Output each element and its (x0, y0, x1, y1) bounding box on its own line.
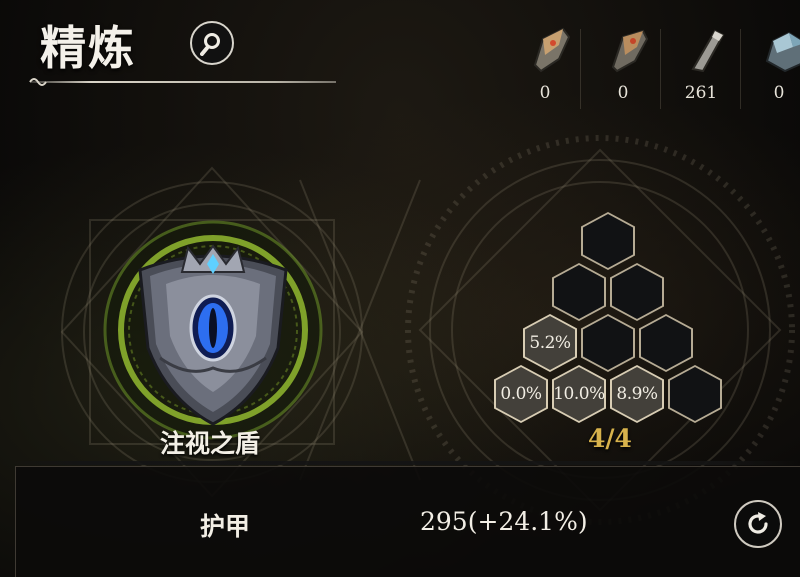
refine-slot[interactable] (610, 263, 664, 321)
slot-bonus: 8.9% (616, 384, 658, 404)
stat-panel (15, 466, 800, 577)
refine-slot[interactable]: 10.0% (552, 365, 606, 423)
slot-bonus: 0.0% (500, 384, 542, 404)
refine-slot[interactable] (639, 314, 693, 372)
slot-bonus: 5.2% (529, 333, 571, 353)
stat-value: 295(+24.1%) (420, 507, 588, 536)
refine-slot[interactable] (668, 365, 722, 423)
refine-slot[interactable]: 5.2% (523, 314, 577, 372)
divider (0, 461, 800, 465)
refine-slot[interactable] (552, 263, 606, 321)
refine-screen: 精炼 0 0 261 0 注视之盾 5.2% 0.0% 10.0% 8.9% 4… (0, 0, 800, 577)
refine-slot[interactable] (581, 314, 635, 372)
refine-slot[interactable]: 0.0% (494, 365, 548, 423)
refine-slot-counter: 4/4 (588, 424, 632, 453)
refresh-icon (748, 512, 768, 534)
refine-slot[interactable] (581, 212, 635, 270)
refresh-button[interactable] (734, 500, 782, 548)
slot-bonus: 10.0% (553, 384, 605, 404)
refine-slot[interactable]: 8.9% (610, 365, 664, 423)
stat-label: 护甲 (200, 512, 251, 541)
